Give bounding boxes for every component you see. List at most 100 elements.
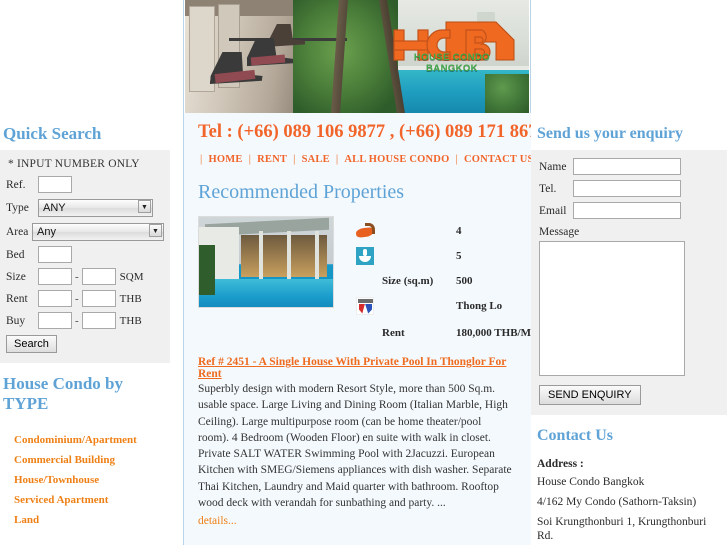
send-enquiry-button[interactable]: SEND ENQUIRY: [539, 385, 641, 405]
buy-max-input[interactable]: [81, 312, 116, 329]
type-select-wrap: ANY ▼: [38, 198, 153, 217]
message-field[interactable]: [539, 241, 685, 376]
quick-search-title: Quick Search: [3, 124, 102, 143]
size-unit: SQM: [119, 270, 144, 283]
ref-input[interactable]: [38, 176, 72, 193]
nav-item-all-house-condo[interactable]: ALL HOUSE CONDO: [344, 154, 449, 165]
quick-search-hint: * INPUT NUMBER ONLY: [8, 158, 140, 170]
rent-min-input[interactable]: [38, 290, 72, 307]
meta-row-bathrooms: 5: [356, 243, 531, 268]
sidebar-item-condominium-apartment[interactable]: Condominium/Apartment: [0, 430, 170, 450]
nav-sep: |: [455, 154, 458, 165]
property-ref-title[interactable]: Ref # 2451 - A Single House With Private…: [184, 348, 531, 380]
type-label: Type: [6, 201, 29, 214]
nav-item-contact-us[interactable]: CONTACT US: [464, 154, 531, 165]
thumb-pool: [199, 279, 333, 307]
nav-sep: |: [248, 154, 252, 165]
type-links-list: Condominium/Apartment Commercial Buildin…: [0, 420, 170, 534]
nav-item-home[interactable]: HOME: [209, 154, 243, 165]
ref-label: Ref.: [6, 178, 26, 191]
main-content: Tel : (+66) 089 106 9877 , (+66) 089 171…: [184, 113, 531, 545]
thumb-column: [287, 231, 291, 279]
page-title: Recommended Properties: [198, 181, 405, 203]
enquiry-row-email: Email: [539, 202, 719, 219]
field-row-ref: Ref.: [6, 176, 164, 193]
buy-label: Buy: [6, 314, 26, 327]
nav-item-sale[interactable]: SALE: [302, 154, 330, 165]
meta-row-rent: Rent 180,000 THB/M: [356, 318, 531, 348]
sidebar-item-commercial-building[interactable]: Commercial Building: [0, 450, 170, 470]
enquiry-panel: Name Tel. Email Message SEND ENQUIRY: [531, 150, 727, 415]
rent-max-input[interactable]: [81, 290, 116, 307]
area-label: Area: [6, 225, 29, 238]
enquiry-title: Send us your enquiry: [537, 125, 683, 142]
field-row-buy: Buy - THB: [6, 312, 164, 329]
property-description: Superbly design with modern Resort Style…: [198, 383, 512, 510]
buy-unit: THB: [119, 314, 142, 327]
property-listing: 3: [184, 529, 531, 545]
meta-row-bedrooms: 4: [355, 218, 531, 243]
size-range-separator: -: [75, 270, 79, 283]
field-row-rent: Rent - THB: [6, 290, 164, 307]
phone-header: Tel : (+66) 089 106 9877 , (+66) 089 171…: [198, 122, 531, 142]
area-select-wrap: Any ▼: [32, 222, 164, 241]
rent-label: Rent: [382, 327, 405, 339]
thumb-tree: [199, 245, 215, 295]
house-condo-by-bts-title: House Condo by BTS: [0, 534, 170, 545]
bed-input[interactable]: [38, 246, 72, 263]
field-row-size: Size - SQM: [6, 268, 164, 285]
nav-sep: |: [200, 154, 203, 165]
bedrooms-value: 4: [456, 224, 462, 237]
buy-min-input[interactable]: [38, 312, 72, 329]
sidebar-item-land[interactable]: Land: [0, 510, 170, 530]
rent-label: Rent: [6, 292, 28, 305]
property-listing: 4 5 Size (sq.m) 500 Thong Lo Rent 180,00…: [184, 204, 531, 348]
tel-field[interactable]: [573, 180, 681, 197]
size-min-input[interactable]: [38, 268, 72, 285]
meta-row-bts: Thong Lo: [356, 293, 531, 318]
meta-row-size: Size (sq.m) 500: [356, 268, 531, 293]
bathrooms-value: 5: [456, 249, 462, 262]
rent-unit: THB: [119, 292, 142, 305]
nav-sep: |: [335, 154, 339, 165]
size-max-input[interactable]: [81, 268, 116, 285]
header-banner-image: HOUSE CONDO BANGKOK: [185, 0, 529, 113]
field-row-bed: Bed: [6, 246, 164, 263]
address-line: Soi Krungthonburi 1, Krungthonburi Rd.: [537, 516, 707, 542]
enquiry-row-tel: Tel.: [539, 180, 719, 197]
thumb-column: [315, 231, 319, 279]
address-line: 4/162 My Condo (Sathorn-Taksin): [537, 496, 697, 508]
sidebar-item-serviced-apartment[interactable]: Serviced Apartment: [0, 490, 170, 510]
size-label: Size (sq.m): [382, 274, 434, 287]
nav-item-rent[interactable]: RENT: [257, 154, 287, 165]
area-select[interactable]: Any: [32, 223, 164, 241]
house-condo-by-type-title: House Condo by TYPE: [3, 374, 123, 413]
buy-range-separator: -: [75, 314, 79, 327]
main-nav: | HOME | RENT | SALE | ALL HOUSE CONDO |…: [184, 143, 531, 167]
field-row-type: Type ANY ▼: [6, 198, 164, 217]
message-label: Message: [539, 226, 580, 238]
left-sidebar: Quick Search * INPUT NUMBER ONLY Ref. Ty…: [0, 113, 170, 545]
hcb-logo-tagline: HOUSE CONDO BANGKOK: [413, 52, 491, 74]
rent-value: 180,000 THB/M: [456, 327, 531, 339]
property-meta: 4 5 Size (sq.m) 500 Thong Lo Rent 180,00…: [334, 216, 531, 348]
nav-sep: |: [293, 154, 296, 165]
right-sidebar: Send us your enquiry Name Tel. Email Mes…: [531, 113, 727, 545]
type-select[interactable]: ANY: [38, 199, 153, 217]
hcb-logo[interactable]: HOUSE CONDO BANGKOK: [388, 20, 516, 88]
size-value: 500: [456, 274, 473, 287]
name-label: Name: [539, 160, 567, 173]
sidebar-item-house-townhouse[interactable]: House/Townhouse: [0, 470, 170, 490]
address-label: Address :: [537, 458, 584, 470]
property-thumbnail[interactable]: [198, 216, 334, 308]
rent-range-separator: -: [75, 292, 79, 305]
name-field[interactable]: [573, 158, 681, 175]
bed-label: Bed: [6, 248, 25, 261]
address-line: House Condo Bangkok: [537, 476, 645, 488]
bts-icon: [356, 296, 382, 315]
details-link[interactable]: details...: [184, 515, 237, 527]
contact-us-title: Contact Us: [537, 427, 613, 444]
email-field[interactable]: [573, 202, 681, 219]
search-button[interactable]: Search: [6, 335, 57, 353]
thumb-column: [259, 231, 263, 279]
